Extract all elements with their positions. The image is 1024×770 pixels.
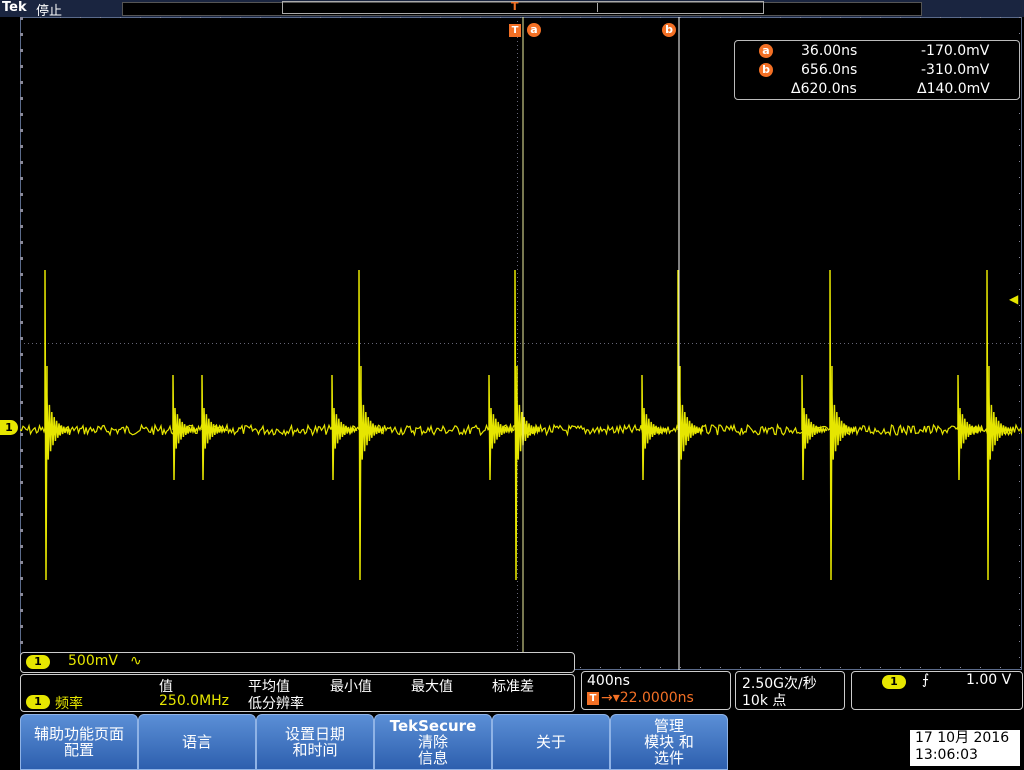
meas-header-max: 最大值 <box>411 679 453 695</box>
readout-delta-time: Δ620.0ns <box>791 81 857 97</box>
waveform-spike <box>677 269 704 581</box>
btn6-line2: 模块 和 <box>644 733 694 751</box>
readout-b-time: 656.0ns <box>801 62 858 78</box>
trigger-source-badge: 1 <box>882 675 906 689</box>
record-view-window <box>282 1 764 14</box>
meas-note: 低分辨率 <box>248 696 304 712</box>
btn6-line1: 管理 <box>653 717 684 735</box>
readout-a-time: 36.00ns <box>801 43 858 59</box>
meas-channel-badge: 1 <box>26 695 50 709</box>
channel-1-scale-bar[interactable]: 1 500mV ∿ <box>20 652 575 673</box>
about-button[interactable]: 关于 <box>492 714 610 770</box>
accessibility-config-button[interactable]: 辅助功能页面 配置 <box>20 714 138 770</box>
date-time-display: 17 10月 2016 13:06:03 <box>910 730 1020 766</box>
readout-delta-volt: Δ140.0mV <box>917 81 990 97</box>
manage-modules-options-button[interactable]: 管理 模块 和 选件 <box>610 714 728 770</box>
measurement-panel[interactable]: 值 平均值 最小值 最大值 标准差 1 频率 250.0MHz 低分辨率 <box>20 674 575 712</box>
channel-1-scale: 500mV <box>68 653 118 669</box>
channel-1-ground-marker[interactable]: 1 <box>0 420 18 435</box>
horizontal-delay: →▾22.0000ns <box>601 690 694 706</box>
horizontal-settings[interactable]: 400ns T →▾22.0000ns <box>581 671 731 710</box>
rising-edge-icon: ⨍ <box>922 672 930 688</box>
btn1-line2: 配置 <box>63 741 94 759</box>
date-text: 17 10月 2016 <box>915 730 1010 746</box>
waveform-spike <box>201 374 228 481</box>
meas-value: 250.0MHz <box>159 693 230 709</box>
btn3-line2: 和时间 <box>292 741 338 759</box>
delay-trigger-icon: T <box>587 692 599 705</box>
waveform-spike <box>641 374 668 481</box>
waveform-spike <box>172 374 199 481</box>
btn6-line3: 选件 <box>653 749 684 767</box>
waveform-spike <box>358 269 385 581</box>
waveform-spike <box>488 374 515 481</box>
waveform-spike <box>829 269 856 581</box>
btn5-label: 关于 <box>535 733 566 751</box>
trigger-position-marker[interactable]: T <box>509 24 521 37</box>
btn4-line1: TekSecure <box>389 717 477 735</box>
sampling-settings[interactable]: 2.50G次/秒 10k 点 <box>735 671 845 710</box>
meas-header-stddev: 标准差 <box>492 679 534 695</box>
graticule-lines <box>20 17 1021 670</box>
readout-b-icon: b <box>759 63 773 77</box>
readout-b-volt: -310.0mV <box>921 62 990 78</box>
record-view-center <box>597 3 598 12</box>
btn4-line3: 信息 <box>417 749 448 767</box>
time-text: 13:06:03 <box>915 747 978 763</box>
top-trigger-marker: T <box>511 0 519 13</box>
readout-a-volt: -170.0mV <box>921 43 990 59</box>
btn4-line2: 清除 <box>417 733 448 751</box>
cursor-readout: a 36.00ns -170.0mV b 656.0ns -310.0mV Δ6… <box>734 40 1020 100</box>
waveform-spike <box>957 374 984 481</box>
channel-1-trace <box>20 269 1022 581</box>
waveform-spike <box>801 374 828 481</box>
meas-name: 频率 <box>55 696 83 712</box>
set-date-time-button[interactable]: 设置日期 和时间 <box>256 714 374 770</box>
readout-a-icon: a <box>759 44 773 58</box>
brand-logo: Tek <box>2 0 27 15</box>
record-length: 10k 点 <box>742 693 787 709</box>
channel-1-badge: 1 <box>26 655 50 669</box>
teksecure-erase-button[interactable]: TekSecure 清除 信息 <box>374 714 492 770</box>
trigger-settings[interactable]: 1 ⨍ 1.00 V <box>851 671 1023 710</box>
cursor-b-marker[interactable]: b <box>662 23 676 37</box>
waveform-display[interactable] <box>20 17 1022 670</box>
language-button[interactable]: 语言 <box>138 714 256 770</box>
waveform-spike <box>986 269 1013 581</box>
horizontal-scale: 400ns <box>587 673 630 689</box>
cursor-a-marker[interactable]: a <box>527 23 541 37</box>
meas-header-min: 最小值 <box>330 679 372 695</box>
btn3-line1: 设置日期 <box>284 725 345 743</box>
waveform-spike <box>331 374 358 481</box>
trigger-level: 1.00 V <box>966 672 1012 688</box>
waveform-spike <box>44 269 71 581</box>
trigger-level-arrow-icon[interactable]: ◀ <box>1009 292 1018 306</box>
btn2-label: 语言 <box>181 733 212 751</box>
bandwidth-limit-icon: ∿ <box>130 653 142 669</box>
btn1-line1: 辅助功能页面 <box>33 725 124 743</box>
